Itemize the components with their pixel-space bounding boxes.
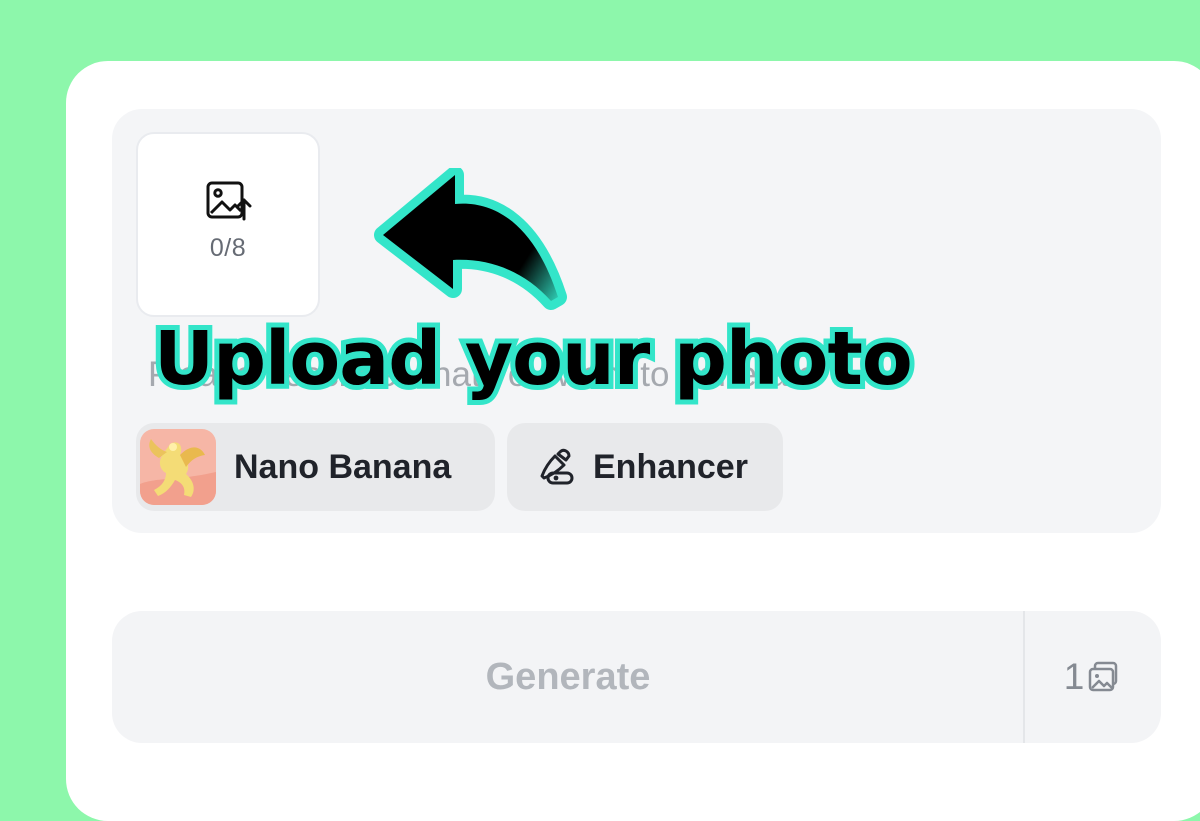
generate-bar: Generate 1 xyxy=(112,611,1161,743)
model-chip-nano-banana[interactable]: Nano Banana xyxy=(136,423,495,511)
prompt-input[interactable] xyxy=(148,348,968,402)
upload-count: 0/8 xyxy=(209,234,247,262)
banana-avatar-icon xyxy=(140,429,216,505)
brush-enhancer-icon xyxy=(540,448,574,485)
model-chip-enhancer[interactable]: Enhancer xyxy=(507,423,783,511)
image-count-selector[interactable]: 1 xyxy=(1025,611,1161,743)
model-chip-label: Enhancer xyxy=(593,447,748,486)
image-upload-icon xyxy=(206,181,252,221)
image-count: 1 xyxy=(1063,656,1085,697)
generate-button[interactable]: Generate xyxy=(112,611,1024,743)
image-upload-tile[interactable]: 0/8 xyxy=(136,132,320,317)
image-stack-icon xyxy=(1089,661,1118,692)
model-chip-label: Nano Banana xyxy=(234,447,452,486)
